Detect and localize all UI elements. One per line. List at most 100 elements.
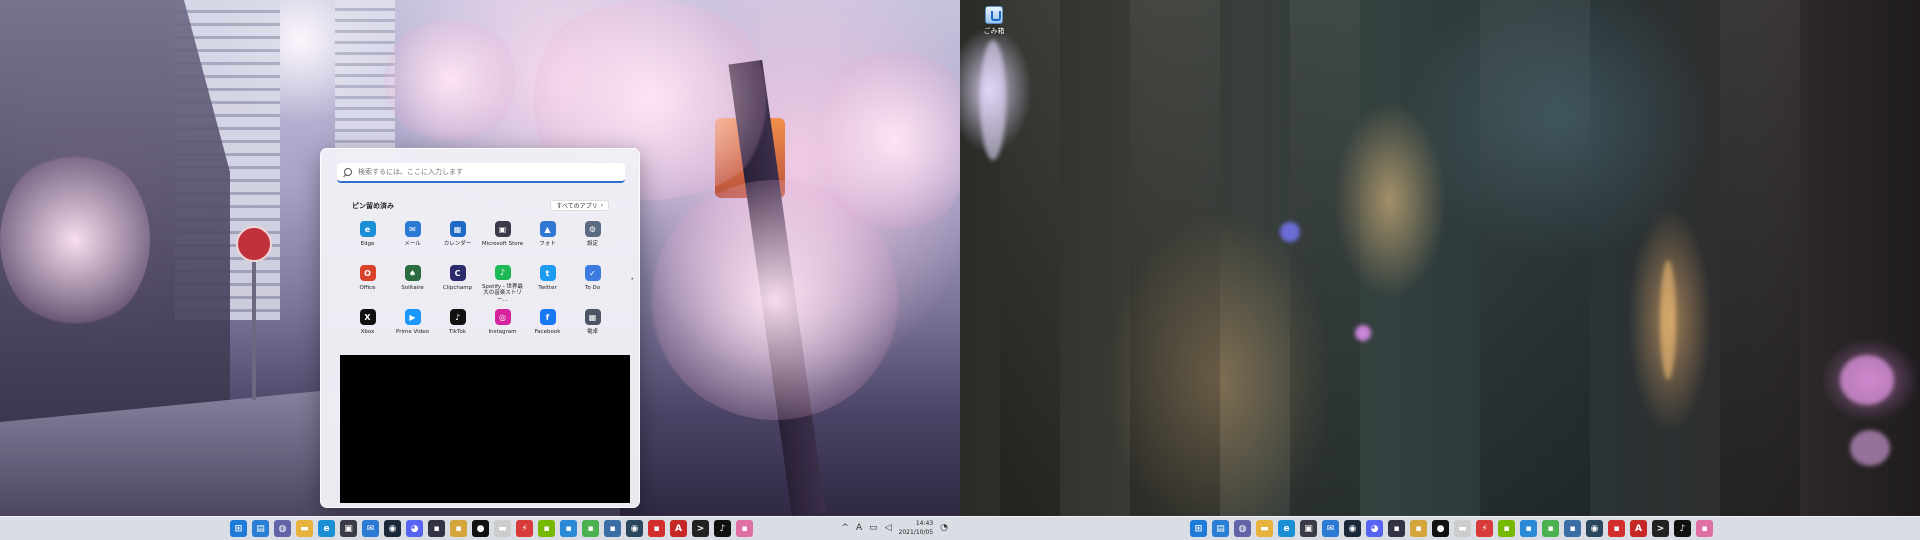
- pinned-app-label: 設定: [586, 241, 598, 247]
- pinned-app-tile[interactable]: C Clipchamp: [435, 265, 480, 303]
- taskbar-steam-icon-2[interactable]: ◉: [1586, 520, 1603, 537]
- clock-time: 14:43: [915, 520, 934, 527]
- taskbar-app-icon-2[interactable]: ▪: [450, 520, 467, 537]
- taskbar-app-icon-9[interactable]: ▪: [1608, 520, 1625, 537]
- taskbar-app-icon-4[interactable]: ▬: [1454, 520, 1471, 537]
- twitter-icon: t: [539, 265, 556, 281]
- taskbar-discord-icon[interactable]: ◕: [406, 520, 423, 537]
- wallpaper-blossom: [380, 20, 520, 140]
- store-icon: ▣: [494, 221, 511, 237]
- recycle-bin-icon: [985, 6, 1003, 24]
- right-monitor: ごみ箱 ⊞ ▤ ◍ ▬ e ▣ ✉ ◉ ◕ ▪ ▪ ● ▬ ⚡ ▪ ▪ ▪ ▪ ◉ ▪ A > ♪ ▪: [960, 0, 1920, 540]
- prime-video-icon: ▶: [404, 309, 421, 325]
- taskbar-app-icon-7[interactable]: ▪: [582, 520, 599, 537]
- taskbar-discord-icon[interactable]: ◕: [1366, 520, 1383, 537]
- page-dots-icon[interactable]: •: [630, 276, 634, 283]
- pinned-app-tile[interactable]: ▦ カレンダー: [435, 221, 480, 259]
- tray-overflow-chevron-icon[interactable]: ^: [841, 523, 849, 533]
- pinned-app-tile[interactable]: ♠ Solitaire: [390, 265, 435, 303]
- wallpaper-stop-sign: [236, 226, 272, 262]
- clock[interactable]: 14:43 2021/10/05: [899, 519, 934, 537]
- taskbar-acrobat-icon[interactable]: A: [670, 520, 687, 537]
- clock-date: 2021/10/05: [898, 529, 934, 536]
- all-apps-button[interactable]: すべてのアプリ ›: [550, 200, 609, 211]
- pinned-app-tile[interactable]: ▣ Microsoft Store: [480, 221, 525, 259]
- taskbar-app-icon-8[interactable]: ▪: [1564, 520, 1581, 537]
- taskbar-app-icon-10[interactable]: ▪: [736, 520, 753, 537]
- taskbar-steam-icon[interactable]: ◉: [1344, 520, 1361, 537]
- pinned-app-tile[interactable]: f Facebook: [525, 309, 570, 347]
- pinned-app-tile[interactable]: O Office: [345, 265, 390, 303]
- pinned-app-tile[interactable]: ▲ フォト: [525, 221, 570, 259]
- pinned-app-label: Solitaire: [401, 285, 424, 291]
- recycle-bin-shortcut[interactable]: ごみ箱: [978, 4, 1010, 44]
- todo-icon: ✓: [584, 265, 601, 281]
- taskbar-left: ⊞ ▤ ◍ ▬ e ▣ ✉ ◉ ◕ ▪ ▪ ● ▬ ⚡ ▪ ▪ ▪ ▪ ◉ ▪ A > ♪ ▪ ^ A ▭ ◁ 14:43 2…: [0, 516, 960, 540]
- taskbar-chat-icon[interactable]: ◍: [1234, 520, 1251, 537]
- taskbar-app-icon-9[interactable]: ▪: [648, 520, 665, 537]
- taskbar-mail-icon[interactable]: ✉: [362, 520, 379, 537]
- ime-indicator[interactable]: A: [856, 523, 862, 533]
- taskbar-app-icon-5[interactable]: ⚡: [1476, 520, 1493, 537]
- taskbar-widgets-icon[interactable]: ▤: [1212, 520, 1229, 537]
- taskbar-chat-icon[interactable]: ◍: [274, 520, 291, 537]
- wallpaper-light: [1355, 325, 1371, 341]
- pinned-app-tile[interactable]: ◎ Instagram: [480, 309, 525, 347]
- volume-icon[interactable]: ◁: [885, 523, 892, 533]
- pinned-app-tile[interactable]: t Twitter: [525, 265, 570, 303]
- pinned-app-tile[interactable]: ✓ To Do: [570, 265, 615, 303]
- taskbar-terminal-icon[interactable]: >: [692, 520, 709, 537]
- pinned-app-tile[interactable]: e Edge: [345, 221, 390, 259]
- pinned-app-tile[interactable]: ▶ Prime Video: [390, 309, 435, 347]
- pinned-app-tile[interactable]: ♪ TikTok: [435, 309, 480, 347]
- taskbar-nvidia-icon[interactable]: ▪: [538, 520, 555, 537]
- notification-icon[interactable]: ◔: [940, 523, 948, 533]
- taskbar-nvidia-icon[interactable]: ▪: [1498, 520, 1515, 537]
- wallpaper-light: [1660, 260, 1676, 380]
- taskbar-app-icon-5[interactable]: ⚡: [516, 520, 533, 537]
- rainy-city-wallpaper: [960, 0, 1920, 516]
- taskbar-app-icon-1[interactable]: ▪: [1388, 520, 1405, 537]
- taskbar-start-icon[interactable]: ⊞: [1190, 520, 1207, 537]
- taskbar-edge-icon[interactable]: e: [318, 520, 335, 537]
- pinned-app-tile[interactable]: ✉ メール: [390, 221, 435, 259]
- pinned-app-tile[interactable]: ♪ Spotify - 世界最大の音楽ストリー...: [480, 265, 525, 303]
- start-search-box[interactable]: [337, 163, 625, 183]
- pinned-app-tile[interactable]: ▦ 電卓: [570, 309, 615, 347]
- start-search-input[interactable]: [358, 168, 608, 176]
- pinned-app-label: Twitter: [538, 285, 557, 291]
- taskbar-app-icon-6[interactable]: ▪: [560, 520, 577, 537]
- taskbar-app-icon-6[interactable]: ▪: [1520, 520, 1537, 537]
- pinned-app-tile[interactable]: ⚙ 設定: [570, 221, 615, 259]
- network-icon[interactable]: ▭: [869, 523, 878, 533]
- taskbar-app-icon-2[interactable]: ▪: [1410, 520, 1427, 537]
- taskbar-app-icon-10[interactable]: ▪: [1696, 520, 1713, 537]
- taskbar-app-icon-1[interactable]: ▪: [428, 520, 445, 537]
- pinned-app-label: Spotify - 世界最大の音楽ストリー...: [481, 283, 524, 303]
- taskbar-terminal-icon[interactable]: >: [1652, 520, 1669, 537]
- taskbar-steam-icon[interactable]: ◉: [384, 520, 401, 537]
- taskbar-mail-icon[interactable]: ✉: [1322, 520, 1339, 537]
- taskbar-store-icon[interactable]: ▣: [1300, 520, 1317, 537]
- taskbar-apps: ⊞ ▤ ◍ ▬ e ▣ ✉ ◉ ◕ ▪ ▪ ● ▬ ⚡ ▪ ▪ ▪ ▪ ◉ ▪ A > ♪ ▪: [1190, 520, 1713, 537]
- taskbar-start-icon[interactable]: ⊞: [230, 520, 247, 537]
- taskbar-store-icon[interactable]: ▣: [340, 520, 357, 537]
- mail-icon: ✉: [404, 221, 421, 237]
- taskbar-file-explorer-icon[interactable]: ▬: [1256, 520, 1273, 537]
- pinned-app-tile[interactable]: X Xbox: [345, 309, 390, 347]
- taskbar-widgets-icon[interactable]: ▤: [252, 520, 269, 537]
- taskbar-tiktok-icon[interactable]: ♪: [714, 520, 731, 537]
- taskbar-app-icon-3[interactable]: ●: [1432, 520, 1449, 537]
- taskbar-app-icon-8[interactable]: ▪: [604, 520, 621, 537]
- taskbar-app-icon-7[interactable]: ▪: [1542, 520, 1559, 537]
- pinned-apps-grid: e Edge ✉ メール ▦ カレンダー ▣ Microsoft Store ▲ フォト ⚙ 設定 O O…: [345, 221, 615, 347]
- taskbar-app-icon-3[interactable]: ●: [472, 520, 489, 537]
- taskbar-app-icon-4[interactable]: ▬: [494, 520, 511, 537]
- recycle-bin-label: ごみ箱: [983, 27, 1005, 35]
- taskbar-tiktok-icon[interactable]: ♪: [1674, 520, 1691, 537]
- recommended-area: [340, 355, 630, 503]
- taskbar-edge-icon[interactable]: e: [1278, 520, 1295, 537]
- taskbar-steam-icon-2[interactable]: ◉: [626, 520, 643, 537]
- taskbar-acrobat-icon[interactable]: A: [1630, 520, 1647, 537]
- taskbar-file-explorer-icon[interactable]: ▬: [296, 520, 313, 537]
